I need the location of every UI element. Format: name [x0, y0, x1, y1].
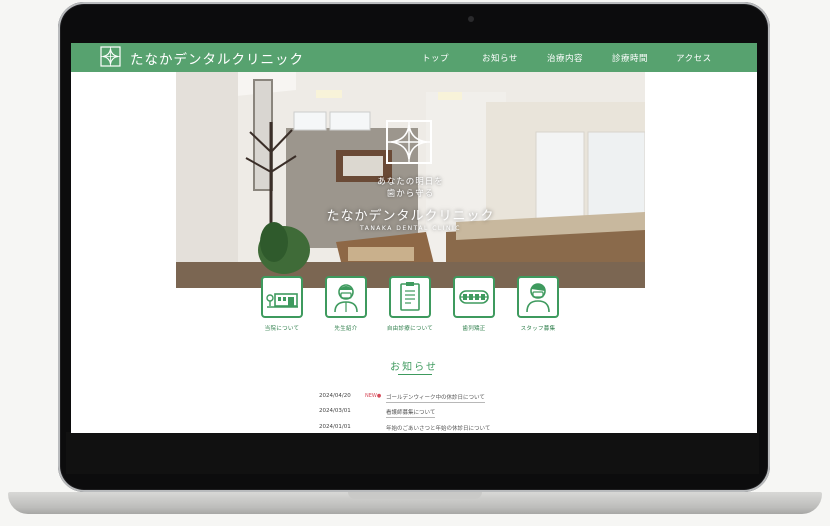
site-title[interactable]: たなかデンタルクリニック	[130, 48, 304, 68]
nav-treatment[interactable]: 治療内容	[547, 52, 583, 64]
news-item: 2024/04/20 NEW● ゴールデンウィーク中の休診日について	[319, 393, 719, 403]
menu-about-clinic[interactable]: 当院について	[250, 276, 314, 332]
news-heading-underline	[398, 374, 432, 375]
nav-access[interactable]: アクセス	[676, 52, 712, 64]
news-new-badge: NEW●	[365, 393, 382, 399]
menu-recruit-box	[517, 276, 559, 318]
menu-recruit[interactable]: スタッフ募集	[506, 276, 570, 332]
news-title-link[interactable]: 看護師募集について	[386, 408, 436, 418]
news-date: 2024/03/01	[319, 408, 351, 414]
clinic-building-icon	[266, 293, 298, 308]
site-header: たなかデンタルクリニック トップ お知らせ 治療内容 診療時間 アクセス	[71, 43, 757, 72]
hero-tagline-2: 歯から守る	[386, 189, 435, 199]
menu-about-clinic-label: 当院について	[264, 326, 300, 332]
news-heading: お知らせ	[390, 362, 438, 373]
staff-icon	[526, 283, 550, 313]
menu-doctor[interactable]: 先生紹介	[314, 276, 378, 332]
hero-clinic-name-en: TANAKA DENTAL CLINIC	[360, 225, 461, 232]
menu-self-pay-label: 自由診療について	[386, 326, 434, 332]
menu-self-pay[interactable]: 自由診療について	[378, 276, 442, 332]
hero-banner: あなたの明日を 歯から守る たなかデンタルクリニック TANAKA DENTAL…	[176, 72, 645, 288]
nav-news[interactable]: お知らせ	[482, 52, 518, 64]
news-title-link[interactable]: ゴールデンウィーク中の休診日について	[386, 393, 485, 403]
menu-self-pay-box	[389, 276, 431, 318]
news-item: 2024/01/01 年始のごあいさつと年始の休診日について	[319, 424, 719, 433]
doctor-icon	[334, 284, 358, 313]
menu-doctor-label: 先生紹介	[334, 326, 358, 332]
menu-about-clinic-box	[261, 276, 303, 318]
nav-hours[interactable]: 診療時間	[612, 52, 648, 64]
menu-orthodontics[interactable]: 歯列矯正	[442, 276, 506, 332]
menu-doctor-box	[325, 276, 367, 318]
hero-copy: あなたの明日を 歯から守る たなかデンタルクリニック TANAKA DENTAL…	[176, 72, 645, 288]
menu-recruit-label: スタッフ募集	[520, 326, 556, 332]
nav-top[interactable]: トップ	[422, 52, 449, 64]
teeth-braces-icon	[459, 290, 489, 304]
hero-clinic-name: たなかデンタルクリニック	[326, 209, 495, 224]
laptop-chin	[66, 432, 759, 474]
clipboard-icon	[400, 282, 420, 311]
news-title-link[interactable]: 年始のごあいさつと年始の休診日について	[386, 424, 490, 433]
webcam	[468, 16, 474, 22]
news-date: 2024/04/20	[319, 393, 351, 399]
menu-orthodontics-box	[453, 276, 495, 318]
hero-tagline-1: あなたの明日を	[377, 177, 444, 187]
browser-viewport: たなかデンタルクリニック トップ お知らせ 治療内容 診療時間 アクセス あなた…	[71, 43, 757, 433]
news-item: 2024/03/01 看護師募集について	[319, 408, 719, 418]
laptop-notch	[348, 492, 482, 499]
clinic-logo-icon[interactable]	[100, 46, 121, 67]
menu-orthodontics-label: 歯列矯正	[462, 326, 486, 332]
laptop-base	[8, 492, 822, 514]
news-date: 2024/01/01	[319, 424, 351, 430]
